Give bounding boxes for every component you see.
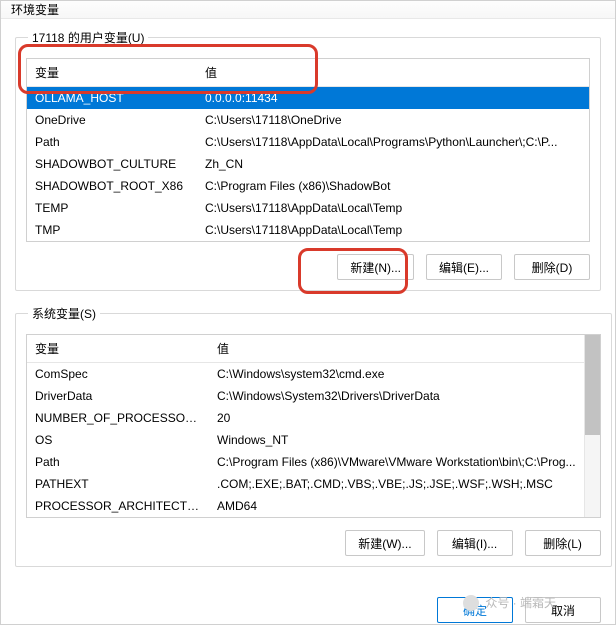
cell-var-name: Path xyxy=(27,132,197,152)
header-col-name[interactable]: 变量 xyxy=(27,335,209,362)
cell-var-value: C:\Users\17118\OneDrive xyxy=(197,110,589,130)
cell-var-value: C:\Program Files (x86)\VMware\VMware Wor… xyxy=(209,452,584,472)
cell-var-name: TEMP xyxy=(27,198,197,218)
cell-var-value: C:\Users\17118\AppData\Local\Temp xyxy=(197,198,589,218)
cell-var-value: Zh_CN xyxy=(197,154,589,174)
grid-body: OLLAMA_HOST0.0.0.0:11434OneDriveC:\Users… xyxy=(27,87,589,241)
cell-var-value: 20 xyxy=(209,408,584,428)
system-variables-group: 系统变量(S) 变量 值 ComSpecC:\Windows\system32\… xyxy=(15,305,612,567)
user-new-button[interactable]: 新建(N)... xyxy=(337,254,414,280)
table-row[interactable]: SHADOWBOT_ROOT_X86C:\Program Files (x86)… xyxy=(27,175,589,197)
system-delete-button[interactable]: 删除(L) xyxy=(525,530,601,556)
system-variables-legend: 系统变量(S) xyxy=(28,305,100,322)
cell-var-value: 0.0.0.0:11434 xyxy=(197,88,589,108)
scrollbar-thumb[interactable] xyxy=(585,335,600,435)
table-row[interactable]: PATHEXT.COM;.EXE;.BAT;.CMD;.VBS;.VBE;.JS… xyxy=(27,473,584,495)
table-row[interactable]: PathC:\Users\17118\AppData\Local\Program… xyxy=(27,131,589,153)
table-row[interactable]: TMPC:\Users\17118\AppData\Local\Temp xyxy=(27,219,589,241)
cell-var-value: C:\Users\17118\AppData\Local\Programs\Py… xyxy=(197,132,589,152)
table-row[interactable]: DriverDataC:\Windows\System32\Drivers\Dr… xyxy=(27,385,584,407)
system-buttons-row: 新建(W)... 编辑(I)... 删除(L) xyxy=(26,530,601,556)
cell-var-value: C:\Program Files (x86)\ShadowBot xyxy=(197,176,589,196)
user-variables-legend: 17118 的用户变量(U) xyxy=(28,29,148,46)
titlebar[interactable]: 环境变量 xyxy=(1,1,615,19)
table-row[interactable]: ComSpecC:\Windows\system32\cmd.exe xyxy=(27,363,584,385)
window-title: 环境变量 xyxy=(11,1,59,18)
cell-var-value: .COM;.EXE;.BAT;.CMD;.VBS;.VBE;.JS;.JSE;.… xyxy=(209,474,584,494)
cell-var-name: TMP xyxy=(27,220,197,240)
user-edit-button[interactable]: 编辑(E)... xyxy=(426,254,502,280)
table-row[interactable]: OLLAMA_HOST0.0.0.0:11434 xyxy=(27,87,589,109)
user-delete-button[interactable]: 删除(D) xyxy=(514,254,590,280)
cell-var-value: C:\Users\17118\AppData\Local\Temp xyxy=(197,220,589,240)
cell-var-value: C:\Windows\system32\cmd.exe xyxy=(209,364,584,384)
system-edit-button[interactable]: 编辑(I)... xyxy=(437,530,513,556)
scrollbar-vertical[interactable] xyxy=(584,335,600,517)
cell-var-name: NUMBER_OF_PROCESSORS xyxy=(27,408,209,428)
header-col-name[interactable]: 变量 xyxy=(27,59,197,86)
table-row[interactable]: TEMPC:\Users\17118\AppData\Local\Temp xyxy=(27,197,589,219)
cell-var-value: Windows_NT xyxy=(209,430,584,450)
user-variables-grid[interactable]: 变量 值 OLLAMA_HOST0.0.0.0:11434OneDriveC:\… xyxy=(26,58,590,242)
cell-var-name: Path xyxy=(27,452,209,472)
system-new-button[interactable]: 新建(W)... xyxy=(345,530,424,556)
cancel-button[interactable]: 取消 xyxy=(525,597,601,623)
grid-header: 变量 值 xyxy=(27,335,584,363)
dialog-footer: 确定 取消 xyxy=(1,591,615,635)
cell-var-name: OS xyxy=(27,430,209,450)
cell-var-name: PROCESSOR_ARCHITECTURE xyxy=(27,496,209,516)
user-variables-group: 17118 的用户变量(U) 变量 值 OLLAMA_HOST0.0.0.0:1… xyxy=(15,29,601,291)
environment-variables-dialog: 环境变量 17118 的用户变量(U) 变量 值 OLLAMA_HOST0.0.… xyxy=(0,0,616,625)
system-variables-grid[interactable]: 变量 值 ComSpecC:\Windows\system32\cmd.exeD… xyxy=(26,334,601,518)
client-area: 17118 的用户变量(U) 变量 值 OLLAMA_HOST0.0.0.0:1… xyxy=(1,19,615,591)
header-col-value[interactable]: 值 xyxy=(209,335,584,362)
cell-var-name: SHADOWBOT_CULTURE xyxy=(27,154,197,174)
table-row[interactable]: SHADOWBOT_CULTUREZh_CN xyxy=(27,153,589,175)
table-row[interactable]: PROCESSOR_ARCHITECTUREAMD64 xyxy=(27,495,584,517)
cell-var-name: DriverData xyxy=(27,386,209,406)
grid-header: 变量 值 xyxy=(27,59,589,87)
cell-var-value: AMD64 xyxy=(209,496,584,516)
cell-var-name: OLLAMA_HOST xyxy=(27,88,197,108)
cell-var-name: ComSpec xyxy=(27,364,209,384)
header-col-value[interactable]: 值 xyxy=(197,59,589,86)
cell-var-name: PATHEXT xyxy=(27,474,209,494)
grid-body: ComSpecC:\Windows\system32\cmd.exeDriver… xyxy=(27,363,584,517)
cell-var-value: C:\Windows\System32\Drivers\DriverData xyxy=(209,386,584,406)
table-row[interactable]: OneDriveC:\Users\17118\OneDrive xyxy=(27,109,589,131)
table-row[interactable]: OSWindows_NT xyxy=(27,429,584,451)
user-buttons-row: 新建(N)... 编辑(E)... 删除(D) xyxy=(26,254,590,280)
ok-button[interactable]: 确定 xyxy=(437,597,513,623)
cell-var-name: SHADOWBOT_ROOT_X86 xyxy=(27,176,197,196)
table-row[interactable]: PathC:\Program Files (x86)\VMware\VMware… xyxy=(27,451,584,473)
table-row[interactable]: NUMBER_OF_PROCESSORS20 xyxy=(27,407,584,429)
cell-var-name: OneDrive xyxy=(27,110,197,130)
